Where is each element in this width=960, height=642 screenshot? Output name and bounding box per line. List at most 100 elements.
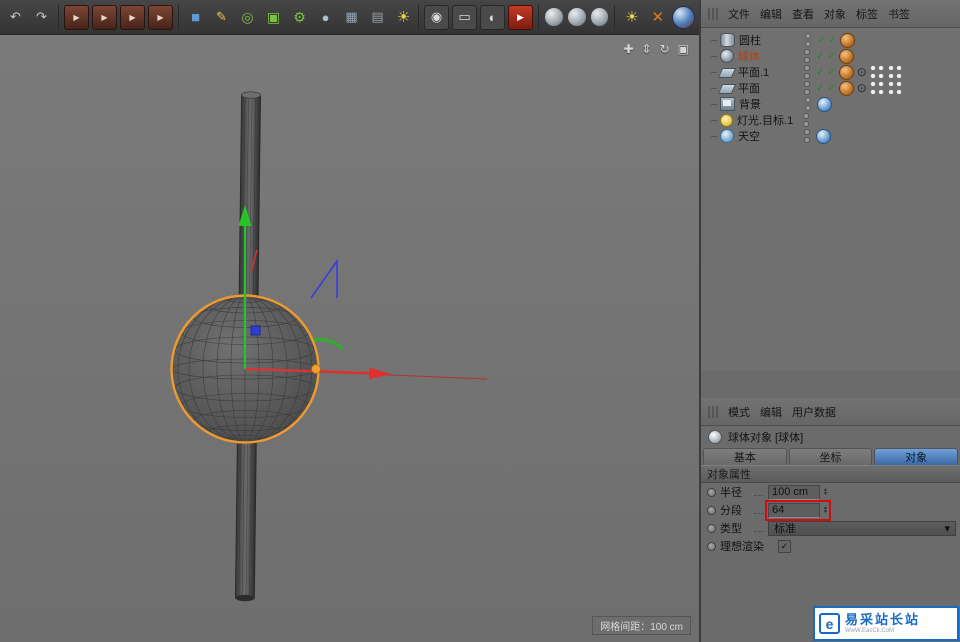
plane-handle[interactable] [251, 326, 260, 335]
phong-tag-icon[interactable] [839, 49, 854, 64]
undo-icon[interactable]: ↶ [4, 6, 27, 29]
visibility-dots[interactable] [804, 65, 810, 79]
subdivision-surface-icon[interactable]: ◎ [236, 6, 259, 29]
object-label[interactable]: 平面 [738, 80, 804, 96]
enabled-check-icon[interactable]: ✓ [816, 51, 824, 62]
render-queue-icon[interactable]: ▶ [148, 5, 173, 30]
toggle-view-icon[interactable]: ▣ [678, 43, 689, 55]
pan-view-icon[interactable]: ✚ [623, 43, 633, 55]
shading-sphere-icon[interactable] [590, 7, 610, 27]
redo-icon[interactable]: ↷ [30, 6, 53, 29]
phong-tag-icon[interactable] [839, 81, 854, 96]
phong-tag-icon[interactable] [839, 65, 854, 80]
object-row-cylinder[interactable]: 圆柱 ✓ ✓ [701, 32, 960, 48]
navigation-ball-icon[interactable] [672, 6, 695, 29]
om-menu-bookmarks[interactable]: 书签 [888, 6, 910, 22]
om-menu-edit[interactable]: 编辑 [760, 6, 782, 22]
spline-pen-icon[interactable]: ✎ [210, 6, 233, 29]
keyframe-dot-icon[interactable] [707, 506, 716, 515]
render-view-icon[interactable]: ▶ [64, 5, 89, 30]
phong-tag-icon[interactable] [840, 33, 855, 48]
om-menu-objects[interactable]: 对象 [824, 6, 846, 22]
shading-sphere-icon[interactable] [567, 7, 587, 27]
om-menu-view[interactable]: 查看 [792, 6, 814, 22]
enabled-check-icon[interactable]: ✓ [827, 51, 835, 62]
light-tool-icon[interactable]: ☀ [620, 6, 643, 29]
object-label[interactable]: 天空 [738, 128, 804, 144]
object-label[interactable]: 圆柱 [739, 32, 805, 48]
panel-grip-icon[interactable] [708, 406, 718, 418]
enabled-check-icon[interactable]: ✓ [827, 83, 835, 94]
segments-input[interactable]: 64 [768, 503, 820, 518]
visibility-dots[interactable] [805, 97, 811, 111]
object-row-light-target[interactable]: 灯光.目标.1 [701, 112, 960, 128]
target-tag-icon[interactable]: ⊙ [857, 82, 867, 95]
compositing-tag-icon[interactable] [870, 81, 885, 96]
tab-coordinates[interactable]: 坐标 [789, 448, 873, 465]
object-row-plane[interactable]: 平面 ✓ ✓ ⊙ [701, 80, 960, 96]
object-row-plane1[interactable]: 平面.1 ✓ ✓ ⊙ [701, 64, 960, 80]
tab-basic[interactable]: 基本 [703, 448, 787, 465]
compositing-tag-icon[interactable] [888, 65, 903, 80]
render-active-view-icon[interactable]: ◉ [424, 5, 449, 30]
rotate-view-icon[interactable]: ↻ [660, 43, 670, 55]
enabled-check-icon[interactable]: ✓ [828, 35, 836, 46]
edit-render-settings-icon[interactable]: ◐ [480, 5, 505, 30]
enabled-check-icon[interactable]: ✓ [817, 35, 825, 46]
cube-primitive-icon[interactable]: ■ [184, 6, 207, 29]
am-menu-edit[interactable]: 编辑 [760, 404, 782, 420]
keyframe-dot-icon[interactable] [707, 524, 716, 533]
object-label[interactable]: 背景 [739, 96, 805, 112]
target-tag-icon[interactable]: ⊙ [857, 66, 867, 79]
x-axis-arrow[interactable] [369, 368, 391, 380]
am-menu-mode[interactable]: 模式 [728, 404, 750, 420]
object-label[interactable]: 平面.1 [738, 64, 804, 80]
perspective-viewport[interactable]: ✚ ⇕ ↻ ▣ 网格间距：100 cm [0, 35, 699, 642]
array-icon[interactable]: ▣ [262, 6, 285, 29]
texture-tag-icon[interactable] [817, 97, 832, 112]
light-icon[interactable]: ☀ [392, 6, 415, 29]
object-row-sky[interactable]: 天空 [701, 128, 960, 144]
rotate-band[interactable] [314, 339, 343, 349]
visibility-dots[interactable] [805, 33, 811, 47]
radius-stepper[interactable]: ▲▼ [823, 488, 828, 496]
radius-input[interactable]: 100 cm [768, 485, 820, 500]
tab-object[interactable]: 对象 [874, 448, 958, 465]
segments-stepper[interactable]: ▲▼ [823, 506, 828, 514]
render-settings-icon[interactable]: ▶ [120, 5, 145, 30]
axis-tool-icon[interactable]: ✕ [646, 6, 669, 29]
om-menu-file[interactable]: 文件 [728, 6, 750, 22]
deformer-icon[interactable]: ⚙ [288, 6, 311, 29]
om-menu-tags[interactable]: 标签 [856, 6, 878, 22]
scale-handle[interactable] [312, 365, 321, 374]
render-to-picture-viewer-icon[interactable]: ▭ [452, 5, 477, 30]
visibility-dots[interactable] [803, 113, 809, 127]
compositing-tag-icon[interactable] [888, 81, 903, 96]
shading-sphere-icon[interactable] [544, 7, 564, 27]
object-label[interactable]: 灯光.目标.1 [737, 112, 803, 128]
visibility-dots[interactable] [804, 81, 810, 95]
enabled-check-icon[interactable]: ✓ [816, 67, 824, 78]
object-row-sphere[interactable]: 球体 ✓ ✓ [701, 48, 960, 64]
keyframe-dot-icon[interactable] [707, 488, 716, 497]
enabled-check-icon[interactable]: ✓ [816, 83, 824, 94]
zoom-view-icon[interactable]: ⇕ [642, 43, 652, 55]
compositing-tag-icon[interactable] [870, 65, 885, 80]
type-dropdown[interactable]: 标准 ▾ [768, 521, 956, 536]
keyframe-dot-icon[interactable] [707, 542, 716, 551]
texture-tag-icon[interactable] [816, 129, 831, 144]
visibility-dots[interactable] [804, 49, 810, 63]
panel-grip-icon[interactable] [708, 8, 718, 20]
visibility-dots[interactable] [804, 129, 810, 143]
floor-icon[interactable]: ▦ [340, 6, 363, 29]
render-picture-viewer-icon[interactable]: ▶ [92, 5, 117, 30]
object-row-background[interactable]: 背景 [701, 96, 960, 112]
object-properties-header[interactable]: 对象属性 [701, 465, 960, 483]
object-label-selected[interactable]: 球体 [738, 48, 804, 64]
camera-icon[interactable]: ▤ [366, 6, 389, 29]
render-camera-icon[interactable]: ▶ [508, 5, 533, 30]
enabled-check-icon[interactable]: ✓ [827, 67, 835, 78]
metaball-icon[interactable]: ● [314, 6, 337, 29]
ideal-render-checkbox[interactable]: ✓ [778, 540, 791, 553]
am-menu-userdata[interactable]: 用户数据 [792, 404, 836, 420]
